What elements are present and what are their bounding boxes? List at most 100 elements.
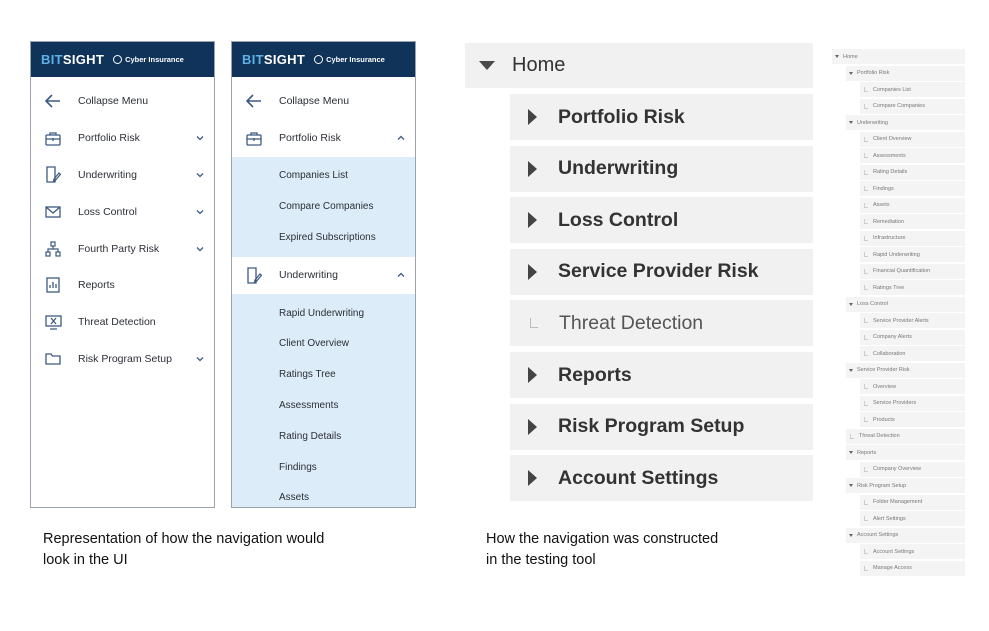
mini-tree-node[interactable]: Financial Quantification — [860, 263, 965, 279]
collapsed-triangle-icon[interactable] — [528, 263, 537, 280]
mini-tree-node[interactable]: Overview — [860, 379, 965, 394]
submenu-item-expired-subscriptions[interactable]: Expired Subscriptions — [232, 222, 415, 253]
leaf-connector-icon — [864, 252, 868, 257]
nav-item-label: Portfolio Risk — [279, 132, 341, 145]
mini-tree-label: Service Providers — [873, 400, 917, 406]
mini-tree-node[interactable]: Risk Program Setup — [846, 478, 965, 493]
mini-tree-label: Underwriting — [857, 119, 888, 126]
submenu-item-companies-list[interactable]: Companies List — [232, 161, 415, 192]
mini-tree-node[interactable]: Manage Access — [860, 560, 965, 576]
mini-tree-node[interactable]: Service Provider Risk — [846, 362, 965, 378]
mini-tree-node[interactable]: Folder Management — [860, 494, 965, 510]
mini-tree-node[interactable]: Reports — [846, 445, 965, 460]
leaf-connector-icon — [864, 219, 868, 224]
mini-tree-node[interactable]: Service Providers — [860, 395, 965, 411]
nav-item-risk-program-setup[interactable]: Risk Program Setup — [31, 341, 214, 378]
submenu-item-rating-details[interactable]: Rating Details — [232, 421, 415, 452]
nav-item-reports[interactable]: Reports — [31, 267, 214, 304]
mini-tree-node[interactable]: Assets — [860, 197, 965, 213]
chevron-down-icon[interactable] — [195, 244, 205, 254]
nav-item-portfolio-risk[interactable]: Portfolio Risk — [31, 120, 214, 157]
chevron-down-icon[interactable] — [195, 207, 205, 217]
tree-node-underwriting[interactable]: Underwriting — [510, 145, 813, 192]
mini-tree-node[interactable]: Products — [860, 412, 965, 427]
bitsight-logo: BITSIGHT — [242, 52, 306, 67]
mini-tree-node[interactable]: Ratings Tree — [860, 280, 965, 295]
collapsed-triangle-icon[interactable] — [528, 418, 537, 435]
nav-item-label: Underwriting — [279, 269, 338, 282]
arrow-left-icon — [44, 92, 62, 110]
chevron-down-icon[interactable] — [195, 133, 205, 143]
nav-item-portfolio-risk[interactable]: Portfolio Risk — [232, 120, 415, 157]
mini-tree-node[interactable]: Company Overview — [860, 461, 965, 477]
nav-item-label: Collapse Menu — [78, 95, 149, 108]
submenu-item-client-overview[interactable]: Client Overview — [232, 329, 415, 360]
chevron-down-icon[interactable] — [195, 354, 205, 364]
nav-item-collapse-menu[interactable]: Collapse Menu — [232, 83, 415, 120]
nav-item-label: Underwriting — [78, 168, 137, 181]
chevron-up-icon[interactable] — [396, 270, 406, 280]
tree-node-threat-detection[interactable]: Threat Detection — [510, 300, 813, 347]
mini-tree-node[interactable]: Loss Control — [846, 296, 965, 312]
tree-node-service-provider-risk[interactable]: Service Provider Risk — [510, 248, 813, 295]
expanded-triangle-icon[interactable] — [479, 61, 495, 70]
product-name: Cyber Insurance — [314, 55, 385, 64]
expanded-triangle-icon — [849, 451, 853, 454]
mini-tree-label: Service Provider Alerts — [873, 317, 929, 324]
submenu-item-assessments[interactable]: Assessments — [232, 390, 415, 421]
mini-tree-label: Overview — [873, 383, 896, 390]
collapsed-triangle-icon[interactable] — [528, 109, 537, 125]
expanded-triangle-icon — [849, 484, 853, 487]
tree-node-reports[interactable]: Reports — [510, 352, 813, 398]
nav-item-loss-control[interactable]: Loss Control — [31, 193, 214, 230]
tree-node-home[interactable]: Home — [465, 43, 813, 88]
mini-tree-node[interactable]: Collaboration — [860, 346, 965, 361]
mini-tree-node[interactable]: Home — [832, 49, 965, 64]
submenu-item-assets[interactable]: Assets — [232, 483, 415, 507]
mini-tree-node[interactable]: Infrastructure — [860, 230, 965, 246]
mini-tree-node[interactable]: Account Settings — [860, 544, 965, 559]
mini-tree-node[interactable]: Compare Companies — [860, 98, 965, 114]
tree-node-account-settings[interactable]: Account Settings — [510, 455, 813, 502]
collapsed-triangle-icon[interactable] — [528, 212, 537, 229]
submenu-item-findings[interactable]: Findings — [232, 452, 415, 483]
mini-tree-node[interactable]: Rating Details — [860, 164, 965, 180]
chevron-up-icon[interactable] — [396, 133, 406, 143]
mini-tree-label: Ratings Tree — [873, 284, 905, 291]
mini-tree-node[interactable]: Account Settings — [846, 527, 965, 543]
mini-tree-node[interactable]: Remediation — [860, 214, 965, 229]
submenu-item-ratings-tree[interactable]: Ratings Tree — [232, 359, 415, 390]
mini-tree-node[interactable]: Threat Detection — [846, 428, 965, 444]
nav-item-collapse-menu[interactable]: Collapse Menu — [31, 83, 214, 120]
nav-item-underwriting[interactable]: Underwriting — [232, 257, 415, 294]
mini-tree-node[interactable]: Assessments — [860, 148, 965, 163]
mini-tree-node[interactable]: Underwriting — [846, 115, 965, 130]
mini-tree-node[interactable]: Service Provider Alerts — [860, 313, 965, 328]
mini-tree-label: Threat Detection — [859, 433, 900, 439]
collapsed-triangle-icon[interactable] — [528, 470, 537, 487]
tree-node-portfolio-risk[interactable]: Portfolio Risk — [510, 94, 813, 140]
tree-node-label: Home — [512, 54, 566, 76]
nav-item-fourth-party-risk[interactable]: Fourth Party Risk — [31, 230, 214, 267]
tree-node-risk-program-setup[interactable]: Risk Program Setup — [510, 403, 813, 450]
submenu-item-compare-companies[interactable]: Compare Companies — [232, 191, 415, 222]
mini-tree-node[interactable]: Company Alerts — [860, 329, 965, 345]
mini-tree-node[interactable]: Rapid Underwriting — [860, 247, 965, 262]
caption-right-line-1: How the navigation was constructed — [486, 531, 719, 547]
collapsed-triangle-icon[interactable] — [528, 367, 537, 383]
collapsed-triangle-icon[interactable] — [528, 160, 537, 177]
nav-item-underwriting[interactable]: Underwriting — [31, 157, 214, 194]
mini-tree-label: Infrastructure — [873, 235, 906, 241]
mini-tree-node[interactable]: Findings — [860, 181, 965, 196]
leaf-connector-icon — [864, 169, 868, 175]
nav-item-threat-detection[interactable]: Threat Detection — [31, 304, 214, 341]
chevron-down-icon[interactable] — [195, 170, 205, 180]
mini-tree-node[interactable]: Alert Settings — [860, 511, 965, 526]
mini-tree-node[interactable]: Portfolio Risk — [846, 65, 965, 81]
submenu-item-rapid-underwriting[interactable]: Rapid Underwriting — [232, 298, 415, 329]
mini-tree-node[interactable]: Companies List — [860, 82, 965, 97]
mini-tree-label: Manage Access — [873, 565, 912, 571]
tree-node-loss-control[interactable]: Loss Control — [510, 197, 813, 244]
mini-tree-node[interactable]: Client Overview — [860, 131, 965, 147]
leaf-connector-icon — [864, 285, 868, 290]
